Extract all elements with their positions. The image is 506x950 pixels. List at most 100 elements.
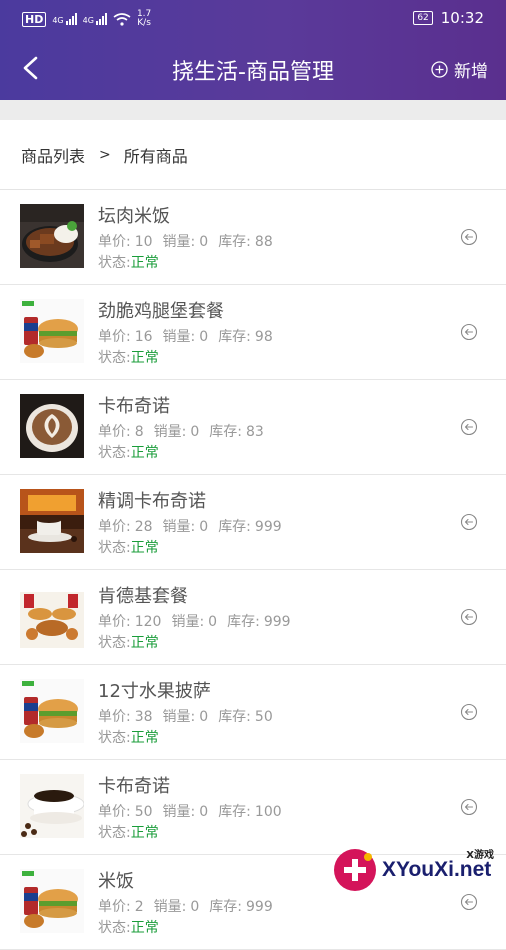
price-label: 单价:	[98, 519, 131, 535]
gamepad-logo	[334, 849, 376, 891]
sales-label: 销量:	[162, 709, 196, 725]
sales-value: 0	[199, 519, 209, 535]
price-value: 10	[134, 234, 153, 250]
status-left: HD 4G 4G 1.7 K/s	[22, 10, 151, 28]
battery-icon: 62	[413, 11, 433, 25]
back-button[interactable]	[14, 50, 50, 86]
price-value: 38	[134, 709, 153, 725]
circle-arrow-left-icon[interactable]	[460, 608, 478, 626]
sales-label: 销量:	[162, 804, 196, 820]
stock-value: 88	[254, 234, 273, 250]
product-image	[20, 584, 84, 648]
status-value: 正常	[130, 350, 159, 366]
stock-label: 库存:	[209, 899, 242, 915]
watermark-tag: X游戏	[466, 850, 494, 861]
price-value: 28	[134, 519, 153, 535]
circle-arrow-left-icon[interactable]	[460, 228, 478, 246]
product-list: 坛肉米饭 单价: 10 销量: 0 库存: 88 状态:正常 劲脆鸡腿堡套餐 单价: 16 销量: 0 库…	[0, 190, 506, 950]
stock-value: 50	[254, 709, 273, 725]
product-status: 状态:正常	[98, 632, 159, 652]
clock: 10:32	[440, 9, 484, 27]
product-name: 精调卡布奇诺	[98, 491, 206, 512]
product-row[interactable]: 卡布奇诺 单价: 8 销量: 0 库存: 83 状态:正常	[0, 380, 506, 475]
price-value: 2	[134, 899, 144, 915]
sales-label: 销量:	[153, 424, 187, 440]
product-meta: 单价: 38 销量: 0 库存: 50	[98, 706, 273, 726]
sales-value: 0	[199, 804, 209, 820]
status-label: 状态:	[98, 255, 131, 271]
sales-label: 销量:	[162, 329, 196, 345]
price-label: 单价:	[98, 899, 131, 915]
product-row[interactable]: 肯德基套餐 单价: 120 销量: 0 库存: 999 状态:正常	[0, 570, 506, 665]
sales-value: 0	[199, 709, 209, 725]
product-row[interactable]: 坛肉米饭 单价: 10 销量: 0 库存: 88 状态:正常	[0, 190, 506, 285]
chevron-left-icon	[23, 56, 38, 80]
product-name: 12寸水果披萨	[98, 681, 211, 702]
status-label: 状态:	[98, 540, 131, 556]
wifi-icon	[113, 12, 131, 26]
watermark: XYouXi.net X游戏	[332, 844, 502, 896]
breadcrumb-separator: >	[99, 146, 111, 163]
sales-label: 销量:	[162, 519, 196, 535]
hd-badge: HD	[22, 11, 47, 27]
product-image	[20, 394, 84, 458]
sales-label: 销量:	[162, 234, 196, 250]
circle-arrow-left-icon[interactable]	[460, 798, 478, 816]
circle-arrow-left-icon[interactable]	[460, 513, 478, 531]
header-divider-band	[0, 100, 506, 120]
sales-value: 0	[208, 614, 218, 630]
product-meta: 单价: 28 销量: 0 库存: 999	[98, 516, 282, 536]
stock-value: 999	[263, 614, 291, 630]
stock-label: 库存:	[227, 614, 260, 630]
product-name: 劲脆鸡腿堡套餐	[98, 301, 224, 322]
circle-arrow-left-icon[interactable]	[460, 418, 478, 436]
product-row[interactable]: 12寸水果披萨 单价: 38 销量: 0 库存: 50 状态:正常	[0, 665, 506, 760]
product-image	[20, 679, 84, 743]
product-status: 状态:正常	[98, 442, 159, 462]
stock-label: 库存:	[218, 804, 251, 820]
product-meta: 单价: 120 销量: 0 库存: 999	[98, 611, 291, 631]
status-value: 正常	[130, 635, 159, 651]
signal-icon-1: 4G	[52, 13, 77, 25]
product-name: 米饭	[98, 871, 134, 892]
add-product-button[interactable]: 新增	[431, 57, 488, 82]
breadcrumb-root[interactable]: 商品列表	[21, 143, 85, 167]
product-row[interactable]: 卡布奇诺 单价: 50 销量: 0 库存: 100 状态:正常	[0, 760, 506, 855]
status-value: 正常	[130, 825, 159, 841]
product-status: 状态:正常	[98, 252, 159, 272]
sales-value: 0	[199, 234, 209, 250]
stock-value: 999	[254, 519, 282, 535]
status-value: 正常	[130, 540, 159, 556]
circle-arrow-left-icon[interactable]	[460, 703, 478, 721]
breadcrumb: 商品列表 > 所有商品	[0, 120, 506, 190]
status-label: 状态:	[98, 445, 131, 461]
stock-value: 83	[246, 424, 264, 440]
product-status: 状态:正常	[98, 917, 159, 937]
price-value: 16	[134, 329, 153, 345]
price-label: 单价:	[98, 804, 131, 820]
network-speed: 1.7 K/s	[136, 9, 152, 28]
stock-value: 98	[254, 329, 273, 345]
product-meta: 单价: 2 销量: 0 库存: 999	[98, 896, 273, 916]
status-right: 62 10:32	[413, 9, 484, 27]
product-row[interactable]: 劲脆鸡腿堡套餐 单价: 16 销量: 0 库存: 98 状态:正常	[0, 285, 506, 380]
product-row[interactable]: 精调卡布奇诺 单价: 28 销量: 0 库存: 999 状态:正常	[0, 475, 506, 570]
sales-label: 销量:	[171, 614, 205, 630]
circle-arrow-left-icon[interactable]	[460, 323, 478, 341]
product-status: 状态:正常	[98, 537, 159, 557]
status-label: 状态:	[98, 350, 131, 366]
watermark-brand: XYouXi.net	[382, 858, 492, 881]
stock-label: 库存:	[218, 234, 251, 250]
sales-value: 0	[190, 424, 200, 440]
sales-value: 0	[190, 899, 200, 915]
status-value: 正常	[130, 255, 159, 271]
price-label: 单价:	[98, 709, 131, 725]
stock-value: 100	[254, 804, 282, 820]
stock-label: 库存:	[218, 329, 251, 345]
product-image	[20, 299, 84, 363]
nav-bar: 挠生活-商品管理 新增	[0, 36, 506, 100]
product-name: 坛肉米饭	[98, 206, 170, 227]
signal-icon-2: 4G	[83, 13, 107, 25]
product-image	[20, 774, 84, 838]
product-name: 卡布奇诺	[98, 396, 170, 417]
